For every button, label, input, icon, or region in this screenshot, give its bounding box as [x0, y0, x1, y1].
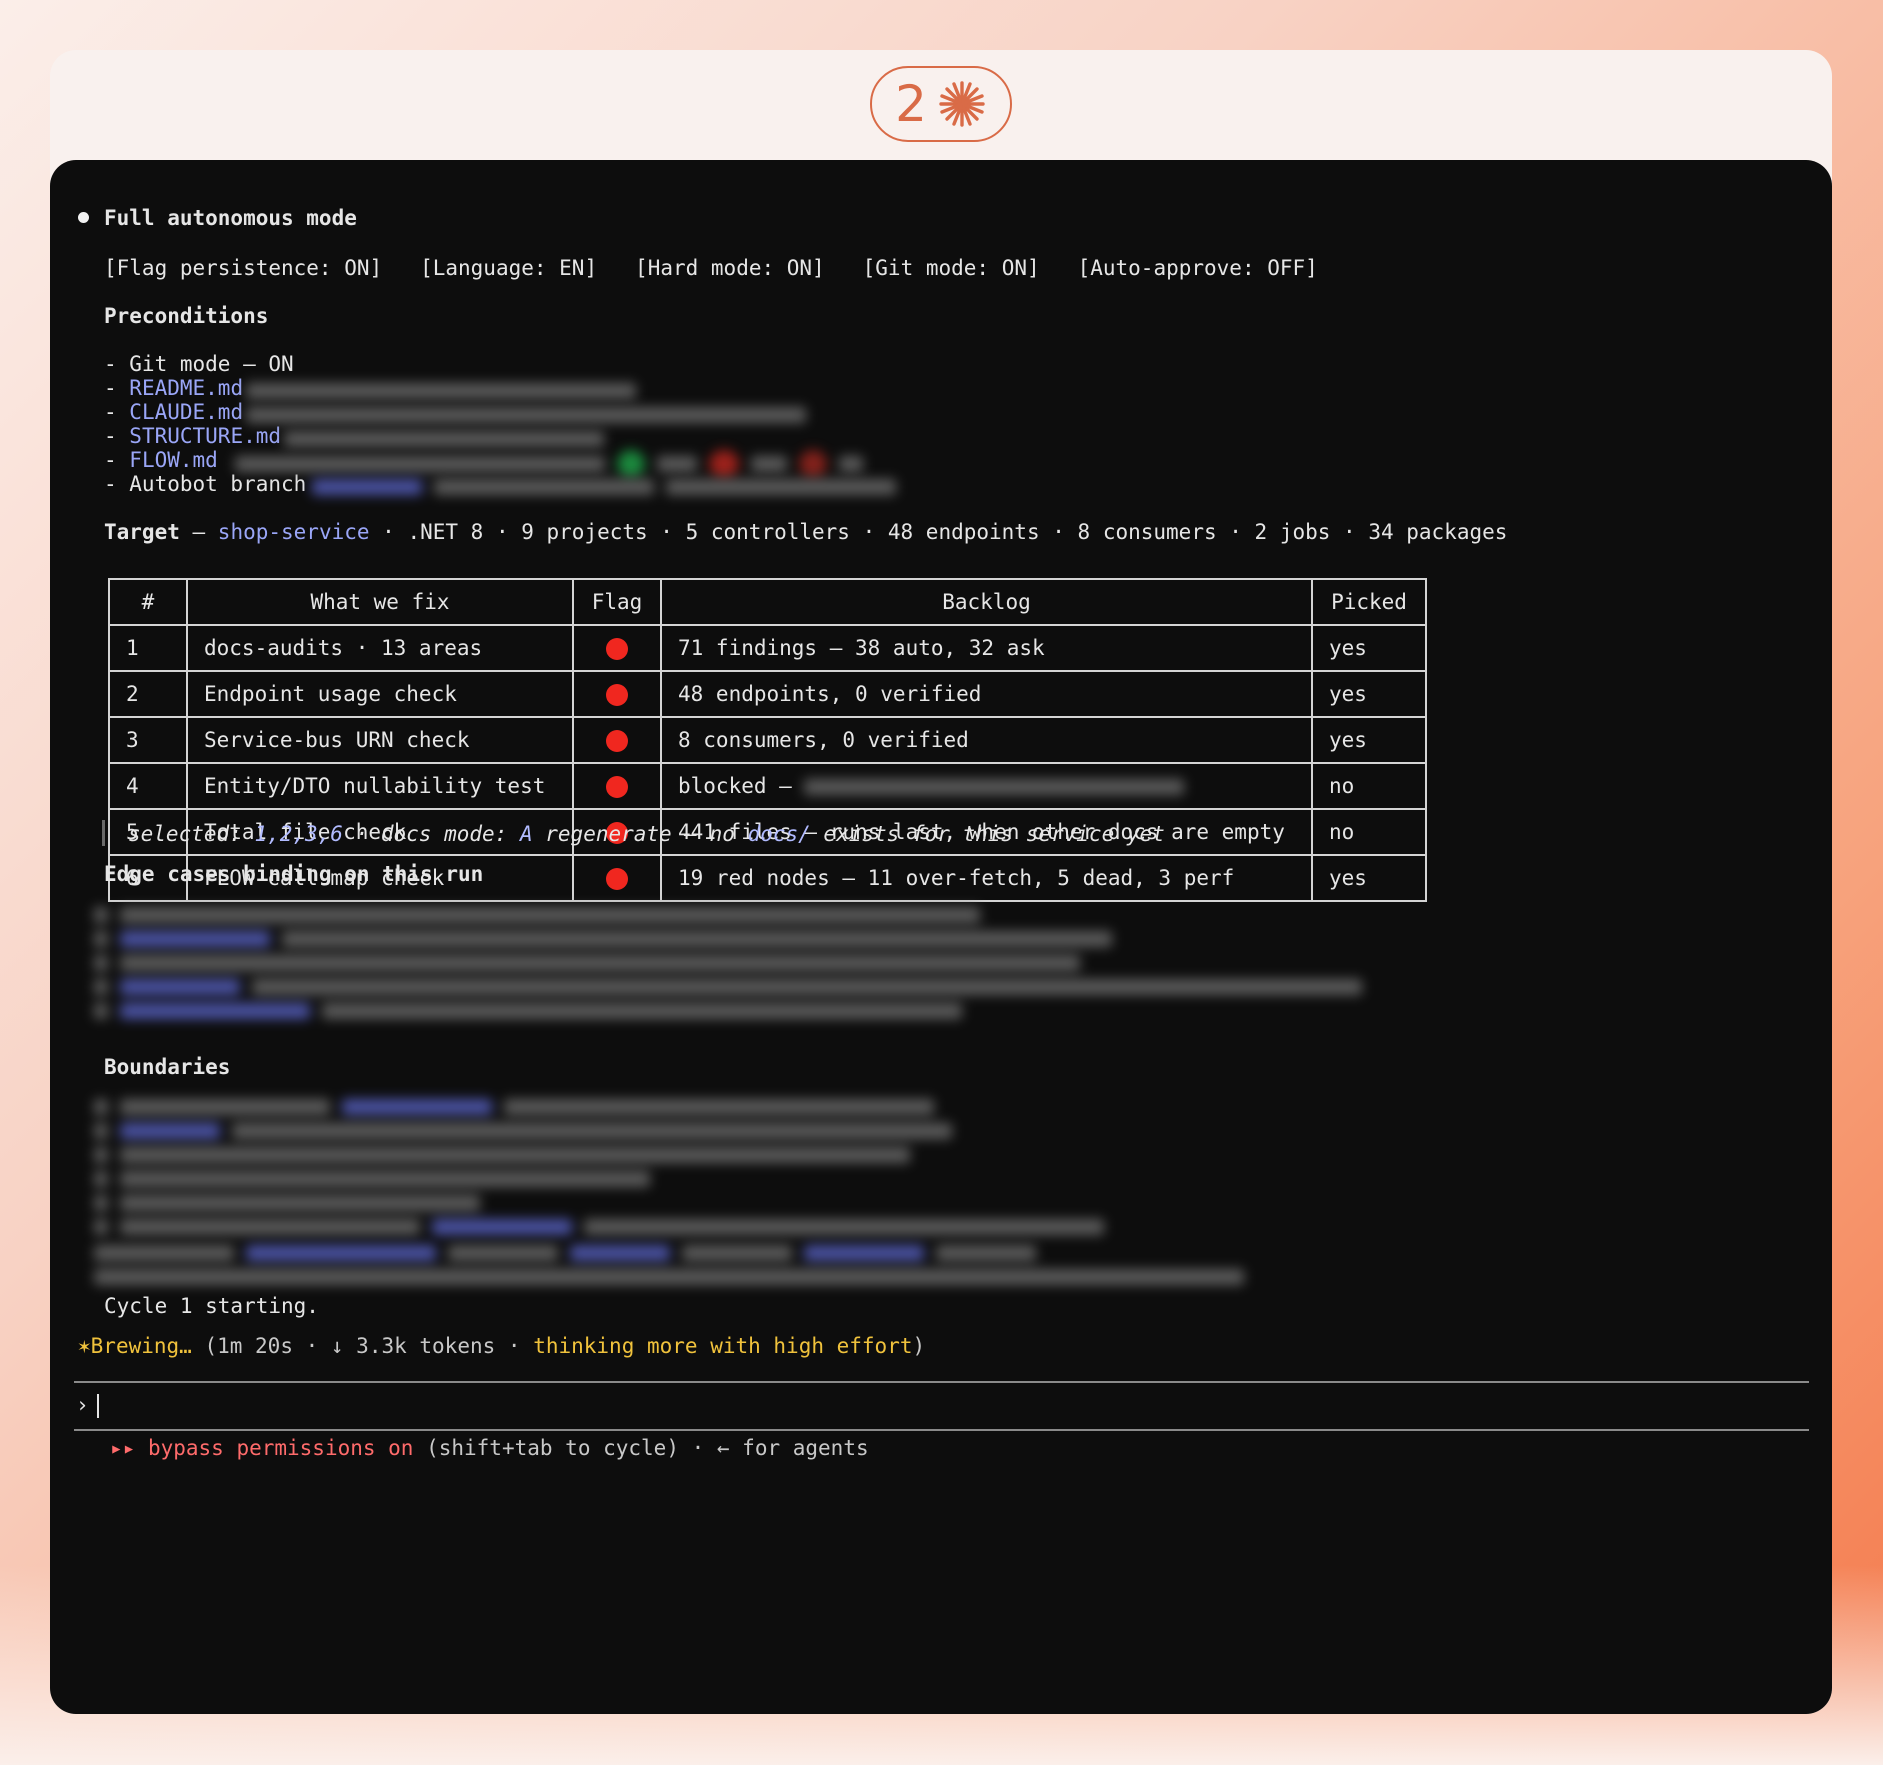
bypass-arrows-icon: ▸▸	[110, 1436, 136, 1460]
spinner-star-icon: ✶	[78, 1334, 91, 1358]
redacted-edge-cases	[94, 902, 1374, 1022]
red-flag-icon	[606, 868, 628, 890]
bypass-permissions-mode[interactable]: bypass permissions on	[135, 1436, 414, 1460]
flag-hard-mode: [Hard mode: ON]	[635, 256, 825, 280]
redacted-claude-detail	[246, 402, 818, 426]
prompt-input[interactable]: ›	[76, 1393, 99, 1418]
precondition-structure: - STRUCTURE.md	[104, 424, 282, 448]
edge-cases-heading: Edge cases binding on this run	[104, 862, 484, 886]
precondition-git-mode: - Git mode — ON	[104, 352, 294, 376]
redacted-options-block	[94, 1240, 1256, 1288]
precondition-flow: - FLOW.md	[104, 448, 218, 472]
prompt-bottom-divider	[74, 1429, 1809, 1431]
red-flag-icon	[606, 638, 628, 660]
header-number: #	[108, 578, 188, 626]
flag-language: [Language: EN]	[420, 256, 598, 280]
text-cursor	[96, 1394, 99, 1418]
session-title: Full autonomous mode	[104, 206, 357, 230]
redacted-blocked-reason	[804, 774, 1196, 798]
step-badge: 2	[870, 66, 1012, 142]
table-row: 2 Endpoint usage check 48 endpoints, 0 v…	[108, 670, 1427, 718]
redacted-structure-detail	[284, 426, 616, 450]
redacted-autobot-detail	[312, 474, 908, 498]
header-backlog: Backlog	[660, 578, 1313, 626]
target-stats: · .NET 8 · 9 projects · 5 controllers · …	[369, 520, 1508, 544]
readme-link[interactable]: README.md	[129, 376, 243, 400]
fix-table: # What we fix Flag Backlog Picked 1 docs…	[108, 578, 1427, 902]
flag-persistence: [Flag persistence: ON]	[104, 256, 383, 280]
target-label: Target	[104, 520, 180, 544]
quote-bar	[102, 820, 105, 846]
table-row: 1 docs-audits · 13 areas 71 findings — 3…	[108, 624, 1427, 672]
flags-row: [Flag persistence: ON] [Language: EN] [H…	[104, 256, 1318, 280]
cycle-status: Cycle 1 starting.	[104, 1294, 319, 1318]
asterisk-burst-icon	[939, 81, 985, 127]
structure-link[interactable]: STRUCTURE.md	[129, 424, 281, 448]
status-verb: Brewing…	[90, 1334, 192, 1358]
precondition-readme: - README.md	[104, 376, 244, 400]
table-row: 4 Entity/DTO nullability test blocked — …	[108, 762, 1427, 810]
red-flag-icon	[606, 776, 628, 798]
bullet-icon	[78, 212, 89, 223]
redacted-boundaries	[94, 1094, 1116, 1238]
target-service-link[interactable]: shop-service	[218, 520, 370, 544]
flag-git-mode: [Git mode: ON]	[862, 256, 1040, 280]
prompt-top-divider	[74, 1381, 1809, 1383]
preconditions-heading: Preconditions	[104, 304, 269, 328]
thinking-effort: thinking more with high effort	[533, 1334, 913, 1358]
redacted-readme-detail	[246, 378, 648, 402]
table-row: 3 Service-bus URN check 8 consumers, 0 v…	[108, 716, 1427, 764]
target-line: Target — shop-service · .NET 8 · 9 proje…	[104, 520, 1508, 544]
selected-items: 1,2,3,6	[254, 822, 343, 846]
prompt-chevron-icon: ›	[76, 1393, 89, 1417]
docs-path-link[interactable]: docs/	[748, 822, 811, 846]
header-picked: Picked	[1311, 578, 1427, 626]
header-what-we-fix: What we fix	[186, 578, 574, 626]
red-flag-icon	[606, 730, 628, 752]
footer-status: ▸▸ bypass permissions on (shift+tab to c…	[110, 1436, 869, 1460]
precondition-claude: - CLAUDE.md	[104, 400, 244, 424]
docs-mode-value: A	[519, 822, 533, 846]
footer-hint: (shift+tab to cycle) · ← for agents	[413, 1436, 869, 1460]
header-flag: Flag	[572, 578, 662, 626]
claude-link[interactable]: CLAUDE.md	[129, 400, 243, 424]
screenshot-card: 2 Full autonomous mode [Flag persistence…	[50, 50, 1832, 1714]
boundaries-heading: Boundaries	[104, 1055, 231, 1079]
flag-auto-approve: [Auto-approve: OFF]	[1077, 256, 1318, 280]
step-number: 2	[895, 75, 927, 133]
brewing-status: ✶Brewing… (1m 20s · ↓ 3.3k tokens · thin…	[78, 1334, 926, 1358]
table-header-row: # What we fix Flag Backlog Picked	[108, 578, 1427, 626]
terminal-window: Full autonomous mode [Flag persistence: …	[50, 160, 1832, 1714]
red-flag-icon	[606, 684, 628, 706]
flow-link[interactable]: FLOW.md	[129, 448, 218, 472]
selection-summary: selected: 1,2,3,6 · docs mode: A regener…	[128, 822, 1165, 846]
